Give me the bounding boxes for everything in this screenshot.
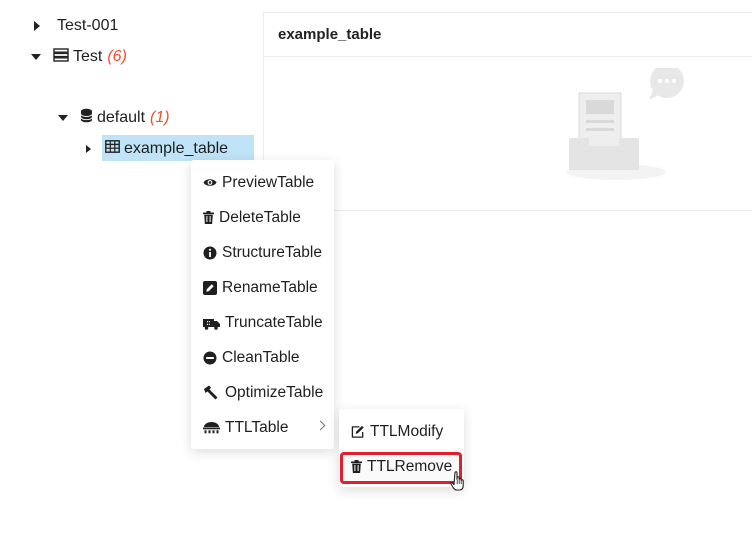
tree-item-cluster[interactable]: Test (6): [31, 45, 127, 69]
menu-item-truncate-table[interactable]: TruncateTable: [191, 305, 334, 340]
tree-item-label: Test: [73, 48, 103, 65]
menu-item-optimize-table[interactable]: OptimizeTable: [191, 375, 334, 410]
menu-item-label: PreviewTable: [222, 173, 315, 191]
ttl-icon: [203, 421, 220, 435]
menu-item-clean-table[interactable]: CleanTable: [191, 340, 334, 375]
chevron-right-icon: [315, 420, 326, 431]
tree-item-table[interactable]: example_table: [86, 137, 228, 161]
truncate-icon: [203, 316, 220, 330]
info-icon: [203, 246, 217, 260]
panel-title: example_table: [264, 13, 752, 57]
tree-item-label: example_table: [124, 140, 229, 157]
menu-item-label: TTLTable: [225, 418, 289, 436]
server-icon: [53, 47, 69, 67]
count-badge: (6): [107, 48, 127, 65]
tree-item-test-001[interactable]: Test-001: [34, 14, 118, 38]
edit-outline-icon: [351, 425, 365, 439]
menu-item-label: OptimizeTable: [225, 383, 324, 401]
menu-item-ttl-modify[interactable]: TTLModify: [339, 414, 464, 449]
tree-item-label: Test-001: [57, 17, 119, 34]
menu-item-label: TruncateTable: [225, 313, 323, 331]
highlight-box: [340, 452, 462, 484]
count-badge: (1): [150, 109, 170, 126]
hand-cursor-icon: [450, 471, 468, 496]
table-icon: [105, 140, 120, 158]
empty-state-illustration: [564, 64, 694, 188]
edit-icon: [203, 280, 217, 295]
caret-right-icon[interactable]: [34, 21, 40, 31]
eye-icon: [203, 176, 217, 190]
menu-item-preview-table[interactable]: PreviewTable: [191, 165, 334, 200]
caret-right-icon[interactable]: [86, 145, 91, 153]
hammer-icon: [203, 385, 220, 400]
menu-item-rename-table[interactable]: RenameTable: [191, 270, 334, 305]
menu-item-structure-table[interactable]: StructureTable: [191, 235, 334, 270]
minus-circle-icon: [203, 351, 217, 365]
tree-item-label: default: [97, 109, 146, 126]
menu-item-label: RenameTable: [222, 278, 318, 296]
menu-item-ttl-table[interactable]: TTLTable: [191, 410, 334, 445]
caret-down-icon[interactable]: [58, 115, 68, 121]
menu-item-label: CleanTable: [222, 348, 300, 366]
caret-down-icon[interactable]: [31, 54, 41, 60]
menu-item-label: DeleteTable: [219, 208, 301, 226]
menu-item-label: TTLModify: [370, 422, 444, 440]
context-menu: PreviewTable DeleteTable StructureTable …: [191, 160, 334, 449]
menu-item-delete-table[interactable]: DeleteTable: [191, 200, 334, 235]
trash-icon: [203, 211, 214, 225]
table-panel: example_table: [263, 12, 752, 211]
database-icon: [80, 108, 93, 128]
tree-item-database[interactable]: default (1): [58, 106, 170, 130]
menu-item-label: StructureTable: [222, 243, 322, 261]
